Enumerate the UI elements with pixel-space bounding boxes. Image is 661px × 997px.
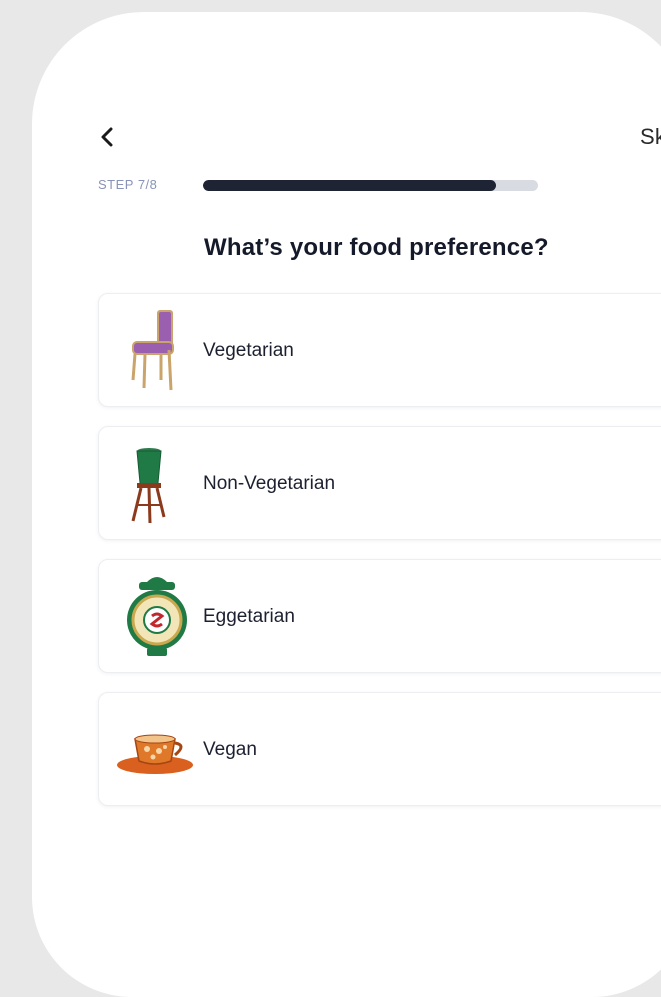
option-label: Eggetarian xyxy=(203,606,295,627)
step-indicator: STEP 7/8 xyxy=(98,177,158,192)
alarm-clock-icon xyxy=(127,577,187,656)
plant-stand-icon xyxy=(131,448,166,524)
progress-bar-fill xyxy=(203,180,497,191)
option-non-vegetarian[interactable]: Non-Vegetarian xyxy=(98,426,661,540)
option-eggetarian[interactable]: Eggetarian xyxy=(98,559,661,673)
question-title: What’s your food preference? xyxy=(204,234,549,261)
chevron-left-icon xyxy=(101,127,113,147)
option-vegan[interactable]: Vegan xyxy=(98,692,661,806)
teacup-icon xyxy=(117,734,193,774)
skip-button[interactable]: Skip xyxy=(640,124,661,150)
option-label: Non-Vegetarian xyxy=(203,473,336,494)
onboarding-screen: Skip STEP 7/8 What’s your food preferenc… xyxy=(32,12,661,997)
progress-bar xyxy=(203,180,538,191)
option-label: Vegan xyxy=(203,739,257,760)
option-label: Vegetarian xyxy=(203,340,294,361)
back-button[interactable] xyxy=(92,122,122,152)
chair-icon xyxy=(131,310,174,391)
option-vegetarian[interactable]: Vegetarian xyxy=(98,293,661,407)
